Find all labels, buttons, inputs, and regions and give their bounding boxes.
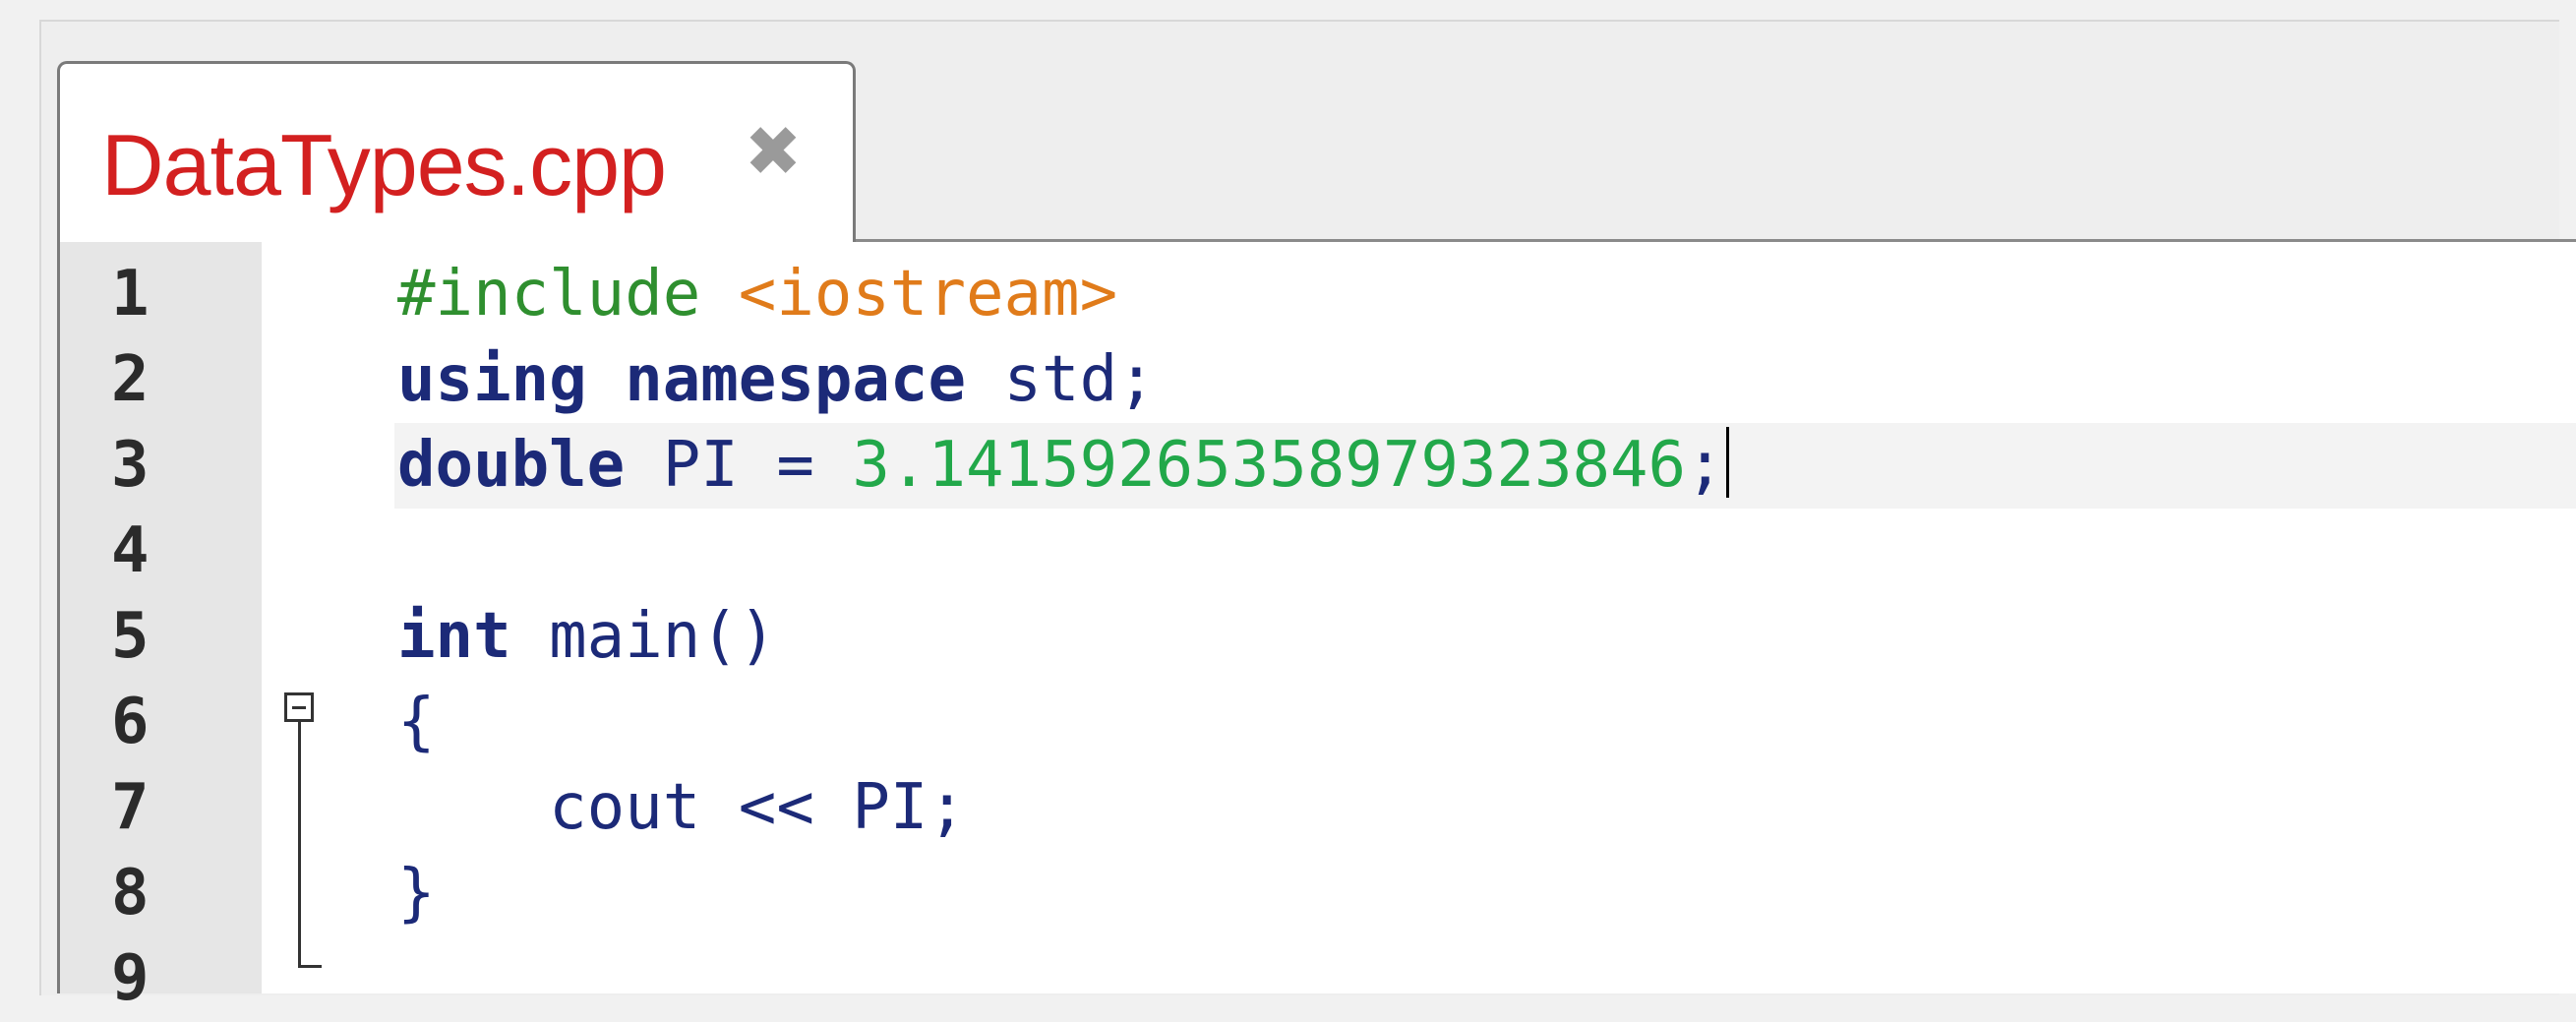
code-token: cout << PI;: [397, 771, 966, 844]
code-line[interactable]: cout << PI;: [397, 765, 1729, 851]
code-token: {: [397, 686, 436, 758]
line-number: 2: [111, 343, 150, 416]
line-number: 6: [111, 686, 150, 758]
fold-range-line: [298, 722, 301, 968]
line-number: 8: [111, 857, 150, 930]
code-line[interactable]: [397, 936, 1729, 1022]
code-token: namespace: [625, 343, 966, 416]
code-token: PI =: [625, 429, 853, 502]
code-line[interactable]: {: [397, 680, 1729, 765]
line-number: 4: [111, 514, 150, 587]
code-token: main(): [510, 600, 777, 673]
code-token: <iostream>: [738, 258, 1118, 331]
code-line[interactable]: [397, 509, 1729, 594]
code-token: #include: [397, 258, 701, 331]
line-numbers: 1 2 3 4 5 6 7 8 9: [111, 252, 150, 1022]
line-number-gutter: 1 2 3 4 5 6 7 8 9: [60, 242, 262, 1015]
line-number: 5: [111, 600, 150, 673]
code-token: 3.14159265358979323846: [852, 429, 1687, 502]
code-token: ;: [1686, 429, 1724, 502]
code-token: using: [397, 343, 587, 416]
code-text[interactable]: #include <iostream> using namespace std; d…: [397, 252, 1729, 1022]
code-line[interactable]: double PI = 3.14159265358979323846;: [397, 423, 1729, 509]
code-token: double: [397, 429, 626, 502]
code-token: }: [397, 857, 436, 930]
tab-datatypes-cpp[interactable]: DataTypes.cpp ✖: [57, 61, 856, 244]
line-number: 7: [111, 771, 150, 844]
fold-margin: [262, 242, 394, 993]
code-line[interactable]: using namespace std;: [397, 337, 1729, 423]
fold-range-end: [298, 965, 322, 968]
code-line[interactable]: }: [397, 851, 1729, 936]
close-icon[interactable]: ✖: [739, 111, 808, 192]
code-line[interactable]: int main(): [397, 594, 1729, 680]
code-token: std;: [965, 343, 1156, 416]
line-number: 9: [111, 942, 150, 1015]
code-token: int: [397, 600, 511, 673]
line-number: 3: [111, 429, 150, 502]
tab-title: DataTypes.cpp: [101, 116, 667, 213]
line-number: 1: [111, 258, 150, 331]
code-editor[interactable]: 123456789 #include <iostream> using names…: [57, 242, 2576, 1015]
text-cursor: [1725, 427, 1729, 498]
fold-collapse-icon[interactable]: [284, 692, 314, 722]
code-line[interactable]: #include <iostream>: [397, 252, 1729, 337]
editor-window: DataTypes.cpp ✖ 1 2 3 4 5 6 7 8 9 #include <iost…: [0, 0, 2576, 1015]
